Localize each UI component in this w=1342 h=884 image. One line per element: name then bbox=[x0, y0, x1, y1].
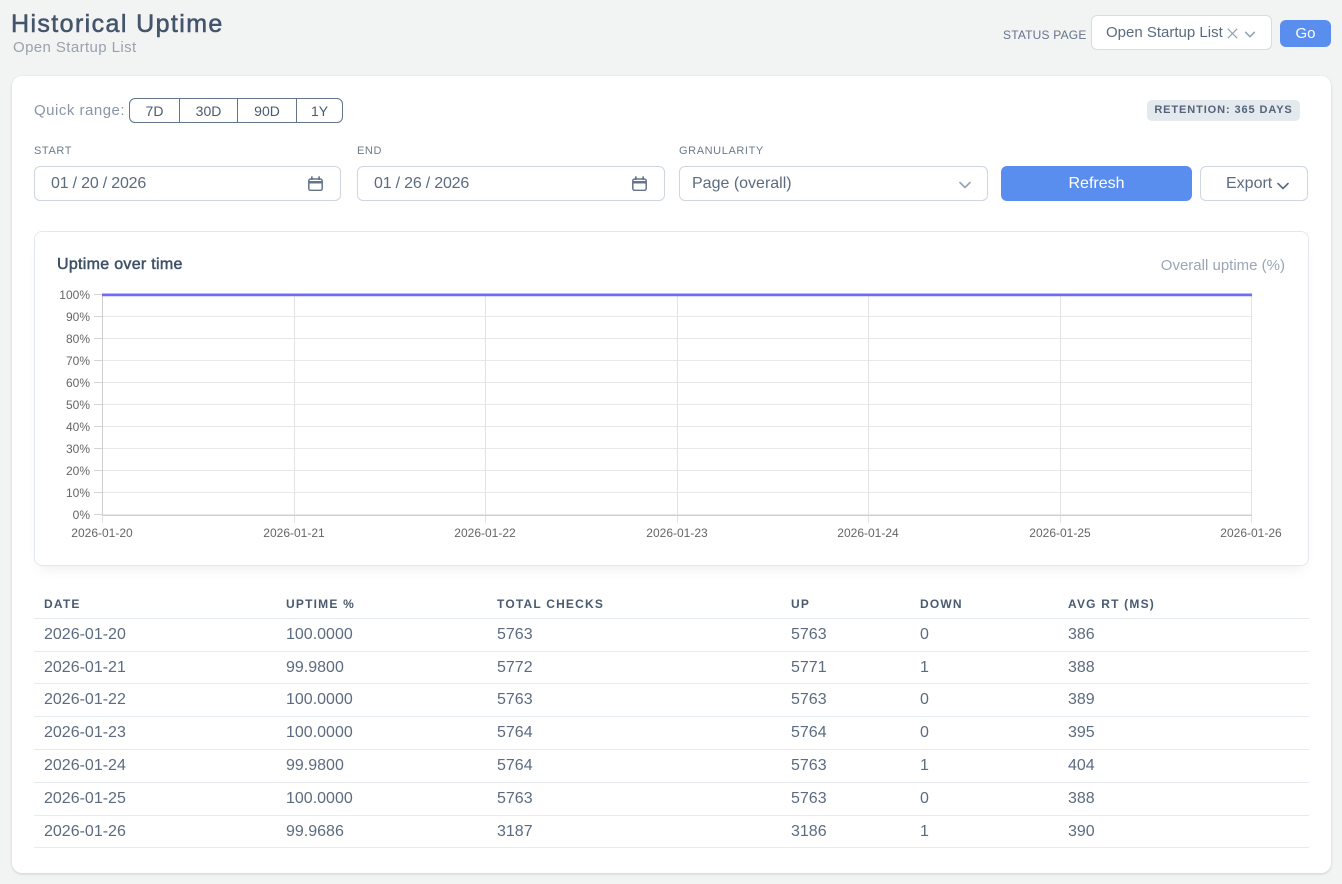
svg-text:2026-01-21: 2026-01-21 bbox=[263, 526, 325, 540]
svg-text:30%: 30% bbox=[66, 442, 90, 456]
svg-text:10%: 10% bbox=[66, 486, 90, 500]
svg-text:0%: 0% bbox=[73, 508, 91, 522]
svg-text:80%: 80% bbox=[66, 332, 90, 346]
svg-text:2026-01-24: 2026-01-24 bbox=[837, 526, 899, 540]
svg-text:40%: 40% bbox=[66, 420, 90, 434]
svg-text:2026-01-22: 2026-01-22 bbox=[454, 526, 516, 540]
svg-text:2026-01-23: 2026-01-23 bbox=[646, 526, 708, 540]
svg-text:60%: 60% bbox=[66, 376, 90, 390]
svg-text:2026-01-26: 2026-01-26 bbox=[1220, 526, 1282, 540]
svg-text:100%: 100% bbox=[59, 288, 90, 302]
svg-text:70%: 70% bbox=[66, 354, 90, 368]
svg-text:2026-01-25: 2026-01-25 bbox=[1029, 526, 1091, 540]
svg-text:20%: 20% bbox=[66, 464, 90, 478]
svg-text:50%: 50% bbox=[66, 398, 90, 412]
svg-text:2026-01-20: 2026-01-20 bbox=[71, 526, 133, 540]
svg-text:90%: 90% bbox=[66, 310, 90, 324]
